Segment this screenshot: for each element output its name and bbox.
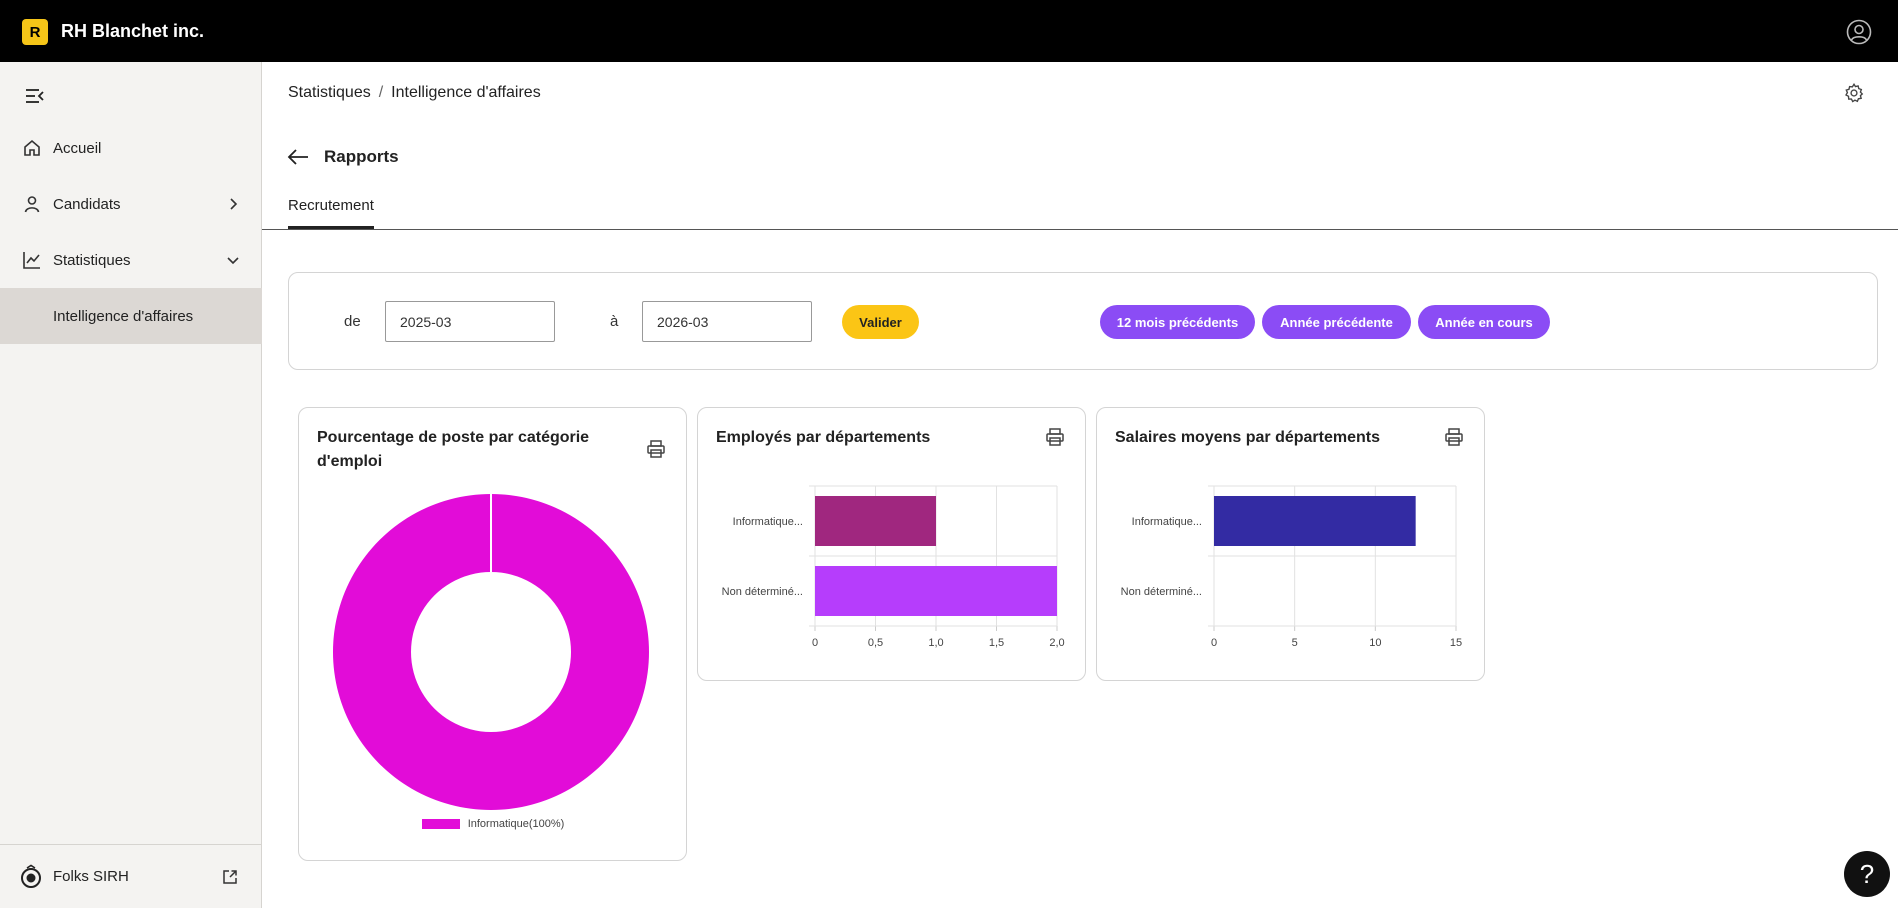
back-arrow-icon[interactable] — [287, 146, 309, 168]
breadcrumb-item-intelligence: Intelligence d'affaires — [391, 84, 541, 101]
bar — [815, 496, 936, 546]
gear-icon[interactable] — [1843, 82, 1865, 104]
legend-swatch — [421, 819, 460, 829]
x-tick-label: 2,0 — [1049, 637, 1064, 649]
folks-logo-icon — [21, 864, 41, 888]
breadcrumb: Statistiques / Intelligence d'affaires — [288, 84, 541, 102]
chevron-right-icon — [230, 198, 238, 210]
user-account-icon[interactable] — [1846, 19, 1872, 45]
help-button[interactable]: ? — [1844, 851, 1890, 897]
sidebar-item-label: Accueil — [53, 139, 102, 157]
home-icon — [24, 139, 40, 156]
footer-label: Folks SIRH — [53, 868, 129, 885]
chart-legend: Informatique(100%) — [299, 818, 687, 830]
print-icon[interactable] — [1045, 427, 1065, 447]
breadcrumb-item-statistiques[interactable]: Statistiques — [288, 84, 371, 102]
company-name: RH Blanchet inc. — [61, 21, 205, 41]
person-icon — [24, 196, 40, 213]
chart-title: Salaires moyens par départements — [1115, 429, 1381, 446]
chart-title: Employés par départements — [716, 429, 931, 446]
print-icon[interactable] — [1444, 427, 1464, 447]
x-tick-label: 15 — [1450, 637, 1462, 649]
page-title: Rapports — [324, 147, 399, 166]
from-date-input[interactable] — [385, 301, 555, 342]
sidebar-subitem-label: Intelligence d'affaires — [53, 307, 194, 325]
external-link-icon[interactable] — [222, 869, 238, 885]
print-icon[interactable] — [646, 439, 666, 459]
donut-chart — [332, 494, 649, 810]
sidebar-item-label: Statistiques — [53, 251, 131, 269]
chart-card-job-category: Pourcentage de poste par catégorie d'emp… — [298, 407, 687, 861]
legend-label: Informatique(100%) — [467, 818, 565, 830]
sidebar-footer[interactable]: Folks SIRH — [0, 844, 262, 908]
chart-card-employees-by-department: Employés par départements 0 0,5 1,0 1,5 2,0 I… — [697, 407, 1086, 681]
salaries-bar-chart: 0 5 10 15 Informatique... Non déterminé... — [1121, 485, 1462, 649]
sidebar-item-candidats[interactable]: Candidats — [0, 177, 262, 231]
sidebar-item-accueil[interactable]: Accueil — [0, 121, 262, 175]
to-date-input[interactable] — [642, 301, 812, 342]
y-category-label: Informatique... — [1132, 516, 1202, 528]
preset-current-year-button[interactable]: Année en cours — [1418, 305, 1550, 339]
chevron-down-icon — [227, 257, 239, 265]
preset-previous-year-button[interactable]: Année précédente — [1262, 305, 1411, 339]
sidebar: Accueil Candidats Statistiques Intellige… — [0, 62, 262, 908]
company-logo: R — [22, 19, 48, 45]
x-tick-label: 0,5 — [868, 637, 883, 649]
chart-title: Pourcentage de poste par catégorie d'emp… — [317, 429, 590, 470]
collapse-menu-icon[interactable] — [24, 86, 46, 106]
y-category-label: Informatique... — [733, 516, 803, 528]
from-label: de — [344, 313, 361, 330]
bar — [1214, 496, 1416, 546]
tabs-divider — [262, 229, 1898, 230]
preset-12-months-button[interactable]: 12 mois précédents — [1100, 305, 1255, 339]
x-tick-label: 0 — [812, 637, 818, 649]
bar — [815, 566, 1057, 616]
employees-bar-chart: 0 0,5 1,0 1,5 2,0 Informatique... Non détermin… — [722, 485, 1065, 649]
sidebar-item-label: Candidats — [53, 195, 121, 213]
validate-button[interactable]: Valider — [842, 305, 919, 339]
tab-recrutement[interactable]: Recrutement — [288, 197, 374, 214]
x-tick-label: 5 — [1292, 637, 1298, 649]
sidebar-item-statistiques[interactable]: Statistiques — [0, 233, 262, 287]
sidebar-subitem-intelligence-affaires[interactable]: Intelligence d'affaires — [0, 288, 262, 344]
x-tick-label: 1,0 — [928, 637, 943, 649]
chart-line-icon — [23, 252, 40, 269]
to-label: à — [610, 313, 619, 330]
x-tick-label: 0 — [1211, 637, 1217, 649]
y-category-label: Non déterminé... — [722, 586, 803, 598]
y-category-label: Non déterminé... — [1121, 586, 1202, 598]
x-tick-label: 1,5 — [989, 637, 1004, 649]
breadcrumb-separator: / — [378, 84, 384, 101]
date-filter-panel: de à Valider 12 mois précédents Année pr… — [288, 272, 1878, 370]
chart-card-avg-salaries: Salaires moyens par départements 0 5 10 15 I… — [1096, 407, 1485, 681]
top-bar: R RH Blanchet inc. — [0, 0, 1898, 62]
x-tick-label: 10 — [1369, 637, 1381, 649]
